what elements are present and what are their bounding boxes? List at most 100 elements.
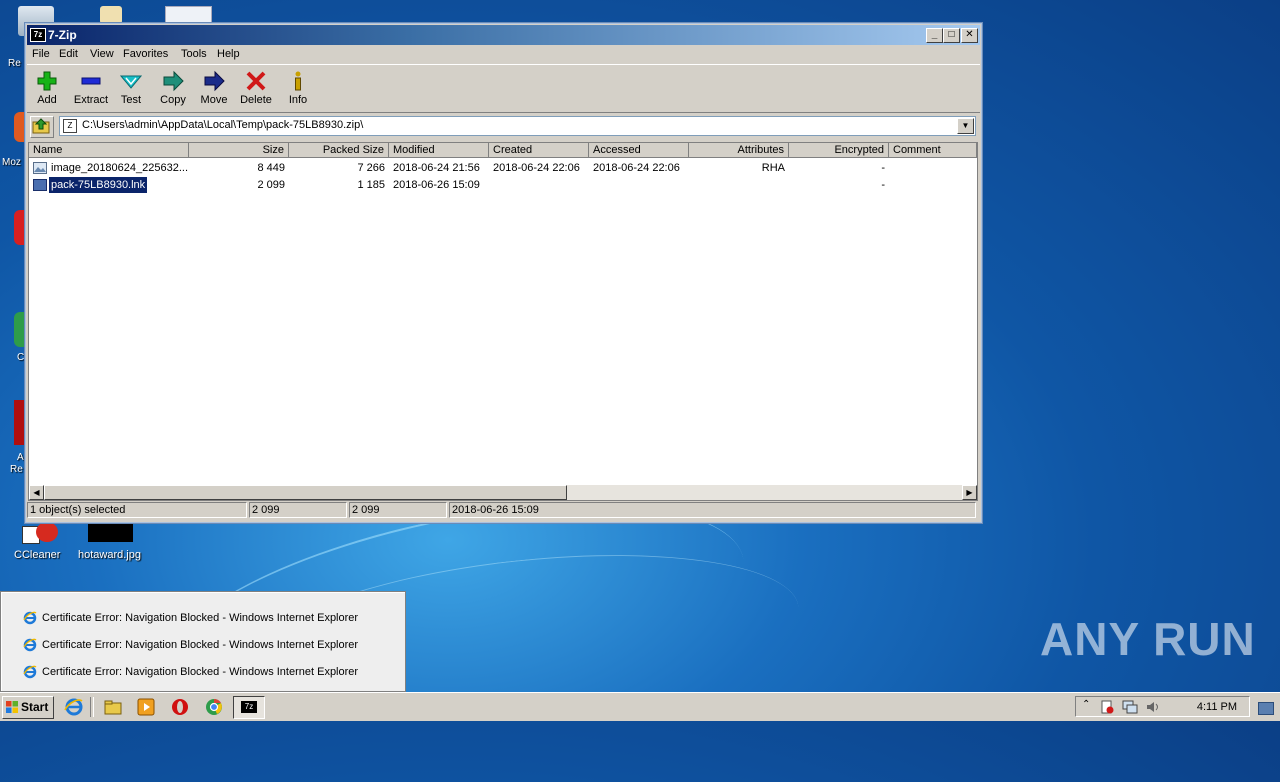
add-button[interactable]: Add — [27, 68, 67, 110]
column-header-attributes[interactable]: Attributes — [689, 143, 789, 158]
ccleaner-icon — [18, 522, 58, 544]
status-size: 2 099 — [249, 502, 347, 518]
menu-tools[interactable]: Tools — [181, 48, 207, 60]
column-header-accessed[interactable]: Accessed — [589, 143, 689, 158]
column-header-modified[interactable]: Modified — [389, 143, 489, 158]
windows-flag-icon — [6, 701, 18, 713]
status-modified: 2018-06-26 15:09 — [449, 502, 976, 518]
internet-explorer-icon[interactable] — [64, 697, 84, 717]
show-hidden-icons-button[interactable]: ⌃ — [1082, 699, 1090, 710]
file-list: Name Size Packed Size Modified Created A… — [28, 142, 978, 501]
toolbar-label: Test — [120, 94, 142, 106]
taskbar-thumbnail-list: Certificate Error: Navigation Blocked - … — [0, 591, 406, 692]
column-header-size[interactable]: Size — [189, 143, 289, 158]
show-desktop-button[interactable] — [1258, 702, 1274, 715]
minimize-button[interactable]: _ — [926, 28, 943, 43]
status-selection: 1 object(s) selected — [27, 502, 247, 518]
network-icon[interactable] — [1122, 700, 1138, 714]
column-header-name[interactable]: Name — [29, 143, 189, 158]
anyrun-watermark: ANY RUN — [1040, 613, 1256, 665]
file-accessed: 2018-06-24 22:06 — [593, 162, 680, 174]
extract-button[interactable]: Extract — [68, 68, 114, 110]
taskbar-button-7zip[interactable]: 7z — [233, 696, 265, 719]
file-row[interactable]: image_20180624_225632... 8 449 7 266 201… — [29, 160, 977, 176]
file-name: pack-75LB8930.lnk — [47, 176, 149, 194]
desktop-icon-label: CCleaner — [14, 549, 61, 561]
column-header-comment[interactable]: Comment — [889, 143, 977, 158]
horizontal-scrollbar[interactable]: ◀ ▶ — [29, 485, 977, 500]
opera-icon[interactable] — [170, 697, 190, 717]
folder-up-icon — [32, 118, 50, 134]
menu-file[interactable]: File — [32, 48, 50, 60]
status-packed-size: 2 099 — [349, 502, 447, 518]
window-title: 7-Zip — [48, 28, 77, 42]
file-accessed — [589, 177, 689, 193]
column-header-created[interactable]: Created — [489, 143, 589, 158]
file-modified: 2018-06-26 15:09 — [393, 179, 480, 191]
menu-edit[interactable]: Edit — [59, 48, 78, 60]
desktop-icon-label: Re — [8, 58, 21, 69]
ie-window-title: Certificate Error: Navigation Blocked - … — [42, 666, 359, 678]
info-icon — [295, 71, 301, 91]
file-name: image_20180624_225632... — [51, 162, 189, 174]
title-bar[interactable]: 7z 7-Zip _ □ ✕ — [27, 25, 980, 45]
file-packed-size: 7 266 — [357, 162, 385, 174]
desktop-icon-label: hotaward.jpg — [78, 549, 141, 561]
maximize-button[interactable]: □ — [943, 28, 960, 43]
start-button[interactable]: Start — [2, 696, 54, 719]
action-center-icon[interactable] — [1100, 700, 1114, 714]
toolbar-label: Copy — [160, 94, 186, 106]
arrow-right-icon — [163, 70, 184, 92]
scroll-left-button[interactable]: ◀ — [29, 485, 44, 500]
image-thumbnail-icon — [88, 522, 133, 542]
check-icon — [120, 75, 142, 89]
info-button[interactable]: Info — [278, 68, 318, 110]
start-label: Start — [21, 700, 49, 714]
column-header-packed-size[interactable]: Packed Size — [289, 143, 389, 158]
menu-favorites[interactable]: Favorites — [123, 48, 168, 60]
address-row: Z C:\Users\admin\AppData\Local\Temp\pack… — [27, 115, 980, 139]
address-dropdown-button[interactable]: ▼ — [957, 118, 974, 134]
clock[interactable]: 4:11 PM — [1197, 701, 1237, 713]
toolbar-label: Delete — [240, 94, 272, 106]
toolbar-label: Move — [200, 94, 228, 106]
test-button[interactable]: Test — [111, 68, 151, 110]
file-packed-size: 1 185 — [357, 179, 385, 191]
desktop-icon-hotaward[interactable]: hotaward.jpg — [76, 522, 146, 564]
media-player-icon[interactable] — [136, 697, 156, 717]
chrome-icon[interactable] — [204, 697, 224, 717]
internet-explorer-icon — [23, 611, 37, 625]
file-created: 2018-06-24 22:06 — [493, 162, 580, 174]
zip-file-icon: Z — [63, 119, 77, 133]
file-modified: 2018-06-24 21:56 — [393, 162, 480, 174]
shortcut-file-icon — [33, 179, 47, 191]
menu-view[interactable]: View — [90, 48, 114, 60]
up-folder-button[interactable] — [30, 116, 54, 138]
delete-button[interactable]: Delete — [236, 68, 276, 110]
desktop-icon-label: Moz — [2, 157, 21, 168]
internet-explorer-icon — [23, 665, 37, 679]
folder-icon[interactable] — [103, 697, 123, 717]
taskbar-separator — [90, 697, 94, 717]
scroll-thumb[interactable] — [44, 485, 567, 500]
menu-help[interactable]: Help — [217, 48, 240, 60]
toolbar-label: Extract — [73, 94, 109, 106]
scroll-right-button[interactable]: ▶ — [962, 485, 977, 500]
status-bar: 1 object(s) selected 2 099 2 099 2018-06… — [27, 501, 980, 519]
desktop-icon-label: Re — [10, 464, 23, 475]
desktop-icon-ccleaner[interactable]: CCleaner — [10, 522, 66, 564]
toolbar-label: Add — [37, 94, 57, 106]
desktop-icon-label: A — [17, 452, 24, 463]
address-bar[interactable]: Z C:\Users\admin\AppData\Local\Temp\pack… — [59, 116, 976, 136]
column-header-encrypted[interactable]: Encrypted — [789, 143, 889, 158]
file-row[interactable]: pack-75LB8930.lnk 2 099 1 185 2018-06-26… — [29, 176, 977, 194]
close-button[interactable]: ✕ — [961, 28, 978, 43]
7zip-app-icon: 7z — [30, 28, 46, 42]
file-created — [489, 177, 589, 193]
ie-window-title: Certificate Error: Navigation Blocked - … — [42, 612, 359, 624]
x-icon — [246, 71, 266, 91]
file-encrypted: - — [881, 179, 885, 191]
volume-icon[interactable] — [1146, 700, 1162, 714]
move-button[interactable]: Move — [194, 68, 234, 110]
copy-button[interactable]: Copy — [153, 68, 193, 110]
